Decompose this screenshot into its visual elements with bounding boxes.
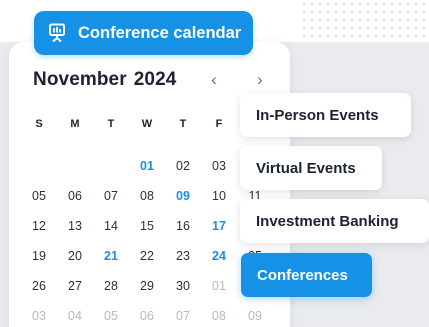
calendar-day[interactable]: 22: [129, 241, 165, 271]
calendar-day[interactable]: 07: [93, 181, 129, 211]
calendar-day[interactable]: 19: [21, 241, 57, 271]
grid-spacer: [129, 131, 165, 151]
calendar-day[interactable]: 21: [93, 241, 129, 271]
chip-label: Conferences: [257, 266, 348, 284]
calendar-day[interactable]: 08: [201, 301, 237, 327]
weekday-header: W: [141, 118, 153, 130]
month-label: November: [33, 69, 127, 90]
calendar-day[interactable]: 17: [201, 211, 237, 241]
header-title: Conference calendar: [78, 23, 242, 42]
calendar-day[interactable]: 29: [129, 271, 165, 301]
calendar-day[interactable]: 04: [57, 301, 93, 327]
category-chip-conferences[interactable]: Conferences: [241, 253, 372, 297]
month-year-heading: November 2024: [33, 69, 176, 93]
calendar-day[interactable]: 30: [165, 271, 201, 301]
calendar-day[interactable]: 10: [201, 181, 237, 211]
calendar-day[interactable]: 26: [21, 271, 57, 301]
calendar-day[interactable]: 05: [21, 181, 57, 211]
grid-spacer: [201, 131, 237, 151]
category-chip-in-person-events[interactable]: In-Person Events: [240, 93, 411, 137]
calendar-grid: SMTWTFS010203040506070809101112131415161…: [21, 117, 273, 327]
weekday-header: T: [107, 118, 115, 130]
prev-month-button[interactable]: ‹: [204, 70, 224, 90]
next-month-button[interactable]: ›: [250, 70, 270, 90]
calendar-day[interactable]: 13: [57, 211, 93, 241]
weekday-header: F: [215, 118, 223, 130]
grid-spacer: [93, 131, 129, 151]
calendar-empty-cell: [21, 151, 57, 181]
category-chip-virtual-events[interactable]: Virtual Events: [240, 146, 382, 190]
calendar-day[interactable]: 06: [129, 301, 165, 327]
calendar-day[interactable]: 01: [201, 271, 237, 301]
calendar-day[interactable]: 09: [165, 181, 201, 211]
calendar-day[interactable]: 28: [93, 271, 129, 301]
calendar-empty-cell: [93, 151, 129, 181]
grid-spacer: [57, 131, 93, 151]
calendar-day[interactable]: 03: [201, 151, 237, 181]
calendar-day[interactable]: 08: [129, 181, 165, 211]
calendar-day[interactable]: 16: [165, 211, 201, 241]
chip-label: Virtual Events: [256, 159, 356, 177]
calendar-day[interactable]: 27: [57, 271, 93, 301]
calendar-day[interactable]: 05: [93, 301, 129, 327]
weekday-header: T: [179, 118, 187, 130]
calendar-day[interactable]: 06: [57, 181, 93, 211]
year-label: 2024: [133, 69, 177, 90]
presentation-board-icon: [49, 23, 65, 43]
chevron-left-icon: ‹: [211, 70, 217, 89]
calendar-day[interactable]: 01: [129, 151, 165, 181]
calendar-day[interactable]: 02: [165, 151, 201, 181]
chip-label: In-Person Events: [256, 106, 379, 124]
chevron-right-icon: ›: [257, 70, 263, 89]
chip-label: Investment Banking: [256, 212, 399, 230]
conference-calendar-header: Conference calendar: [34, 11, 253, 55]
calendar-day[interactable]: 03: [21, 301, 57, 327]
calendar-day[interactable]: 12: [21, 211, 57, 241]
calendar-day[interactable]: 23: [165, 241, 201, 271]
calendar-day[interactable]: 07: [165, 301, 201, 327]
calendar-day[interactable]: 09: [237, 301, 273, 327]
dot-pattern-decoration: [300, 0, 429, 40]
weekday-header: S: [35, 118, 43, 130]
calendar-day[interactable]: 15: [129, 211, 165, 241]
category-chip-investment-banking[interactable]: Investment Banking: [240, 199, 429, 243]
weekday-header: M: [70, 118, 80, 130]
calendar-day[interactable]: 20: [57, 241, 93, 271]
calendar-day[interactable]: 14: [93, 211, 129, 241]
grid-spacer: [165, 131, 201, 151]
grid-spacer: [21, 131, 57, 151]
calendar-day[interactable]: 24: [201, 241, 237, 271]
calendar-empty-cell: [57, 151, 93, 181]
